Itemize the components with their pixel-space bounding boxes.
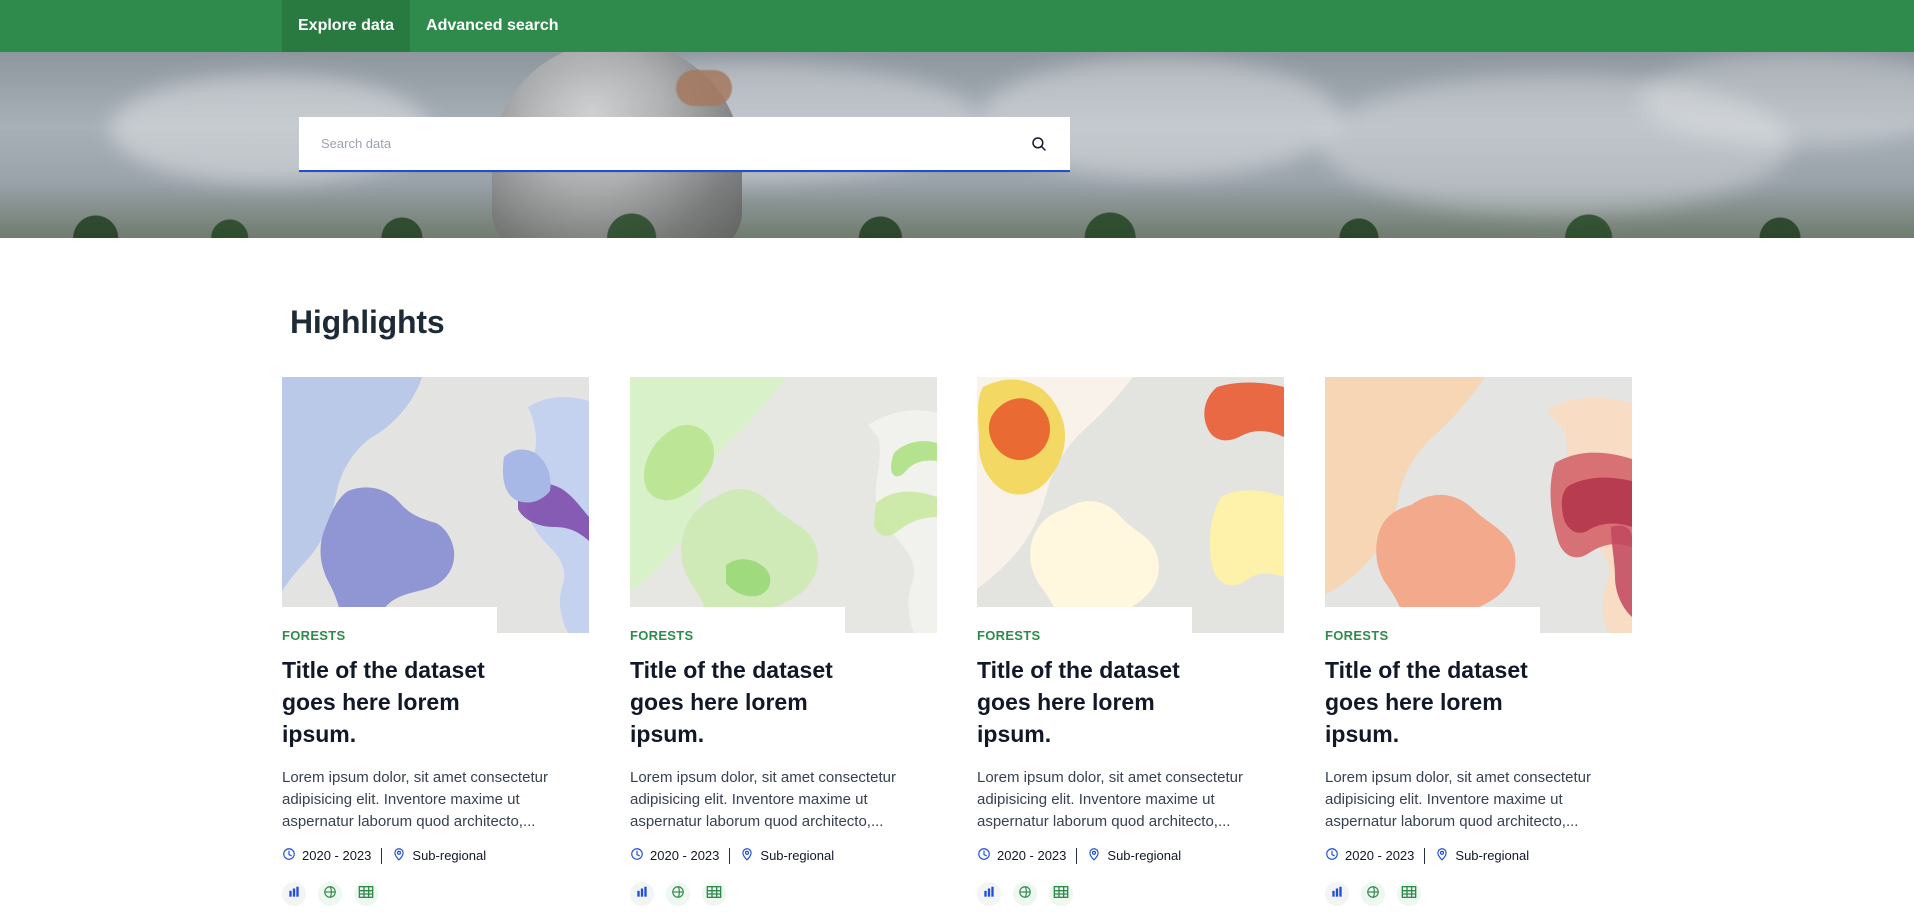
dataset-meta: 2020 - 2023 Sub-regional: [282, 847, 486, 864]
bar-chart-icon: [635, 885, 649, 904]
dataset-period: 2020 - 2023: [630, 847, 719, 864]
nav-item-label: Explore data: [298, 17, 395, 34]
dataset-title[interactable]: Title of the dataset goes here lorem ips…: [282, 654, 522, 750]
table-button[interactable]: [702, 882, 726, 906]
dataset-map: [1325, 377, 1632, 633]
dataset-meta: 2020 - 2023 Sub-regional: [977, 847, 1181, 864]
dataset-card[interactable]: FORESTS Title of the dataset goes here l…: [282, 377, 589, 912]
scope-text: Sub-regional: [1455, 848, 1530, 863]
hero-palms: [0, 183, 1914, 238]
table-icon: [1401, 885, 1417, 904]
scope-text: Sub-regional: [1107, 848, 1182, 863]
dataset-thumbnail: [977, 377, 1284, 633]
dataset-meta: 2020 - 2023 Sub-regional: [630, 847, 834, 864]
dataset-scope: Sub-regional: [1087, 847, 1181, 864]
dataset-actions: [977, 882, 1073, 906]
nav-item-explore-data[interactable]: Explore data: [282, 0, 411, 52]
nav-item-advanced-search[interactable]: Advanced search: [410, 0, 575, 52]
bar-chart-icon: [1330, 885, 1344, 904]
dataset-period: 2020 - 2023: [1325, 847, 1414, 864]
table-button[interactable]: [1049, 882, 1073, 906]
meta-separator: [1076, 847, 1078, 864]
map-button[interactable]: [318, 882, 342, 906]
dataset-scope: Sub-regional: [392, 847, 486, 864]
map-button[interactable]: [1013, 882, 1037, 906]
dataset-description: Lorem ipsum dolor, sit amet consectetur …: [282, 769, 548, 830]
meta-separator: [381, 847, 383, 864]
location-pin-icon: [1087, 847, 1101, 864]
scope-text: Sub-regional: [412, 848, 487, 863]
dataset-title[interactable]: Title of the dataset goes here lorem ips…: [1325, 654, 1565, 750]
clock-icon: [630, 847, 644, 864]
bar-chart-icon: [982, 885, 996, 904]
table-icon: [1053, 885, 1069, 904]
dataset-category: FORESTS: [282, 628, 346, 643]
dataset-title[interactable]: Title of the dataset goes here lorem ips…: [977, 654, 1217, 750]
top-navigation-bar: Explore data Advanced search: [0, 0, 1914, 52]
chart-button[interactable]: [977, 882, 1001, 906]
dataset-category: FORESTS: [630, 628, 694, 643]
period-text: 2020 - 2023: [650, 848, 720, 863]
bar-chart-icon: [287, 885, 301, 904]
scope-text: Sub-regional: [760, 848, 835, 863]
dataset-card[interactable]: FORESTS Title of the dataset goes here l…: [1325, 377, 1632, 912]
table-button[interactable]: [354, 882, 378, 906]
globe-icon: [1018, 885, 1032, 904]
clock-icon: [977, 847, 991, 864]
dataset-period: 2020 - 2023: [977, 847, 1066, 864]
meta-separator: [729, 847, 731, 864]
dataset-map: [630, 377, 937, 633]
dataset-actions: [282, 882, 378, 906]
globe-icon: [323, 885, 337, 904]
map-button[interactable]: [1361, 882, 1385, 906]
search-bar: [299, 117, 1070, 172]
dataset-thumbnail: [1325, 377, 1632, 633]
chart-button[interactable]: [1325, 882, 1349, 906]
period-text: 2020 - 2023: [997, 848, 1067, 863]
nav-item-label: Advanced search: [426, 17, 559, 34]
dataset-description: Lorem ipsum dolor, sit amet consectetur …: [630, 769, 896, 830]
dataset-scope: Sub-regional: [740, 847, 834, 864]
dataset-card[interactable]: FORESTS Title of the dataset goes here l…: [977, 377, 1284, 912]
globe-icon: [671, 885, 685, 904]
table-button[interactable]: [1397, 882, 1421, 906]
dataset-actions: [1325, 882, 1421, 906]
location-pin-icon: [1435, 847, 1449, 864]
table-icon: [706, 885, 722, 904]
dataset-thumbnail: [282, 377, 589, 633]
dataset-scope: Sub-regional: [1435, 847, 1529, 864]
table-icon: [358, 885, 374, 904]
dataset-actions: [630, 882, 726, 906]
chart-button[interactable]: [630, 882, 654, 906]
dataset-period: 2020 - 2023: [282, 847, 371, 864]
dataset-description: Lorem ipsum dolor, sit amet consectetur …: [977, 769, 1243, 830]
chart-button[interactable]: [282, 882, 306, 906]
clock-icon: [1325, 847, 1339, 864]
clock-icon: [282, 847, 296, 864]
highlights-cards: FORESTS Title of the dataset goes here l…: [282, 377, 1632, 912]
meta-separator: [1424, 847, 1426, 864]
dataset-map: [282, 377, 589, 633]
main-nav: Explore data Advanced search: [282, 0, 575, 52]
map-button[interactable]: [666, 882, 690, 906]
dataset-thumbnail: [630, 377, 937, 633]
dataset-description: Lorem ipsum dolor, sit amet consectetur …: [1325, 769, 1591, 830]
search-input[interactable]: [319, 135, 1026, 152]
dataset-map: [977, 377, 1284, 633]
dataset-meta: 2020 - 2023 Sub-regional: [1325, 847, 1529, 864]
search-icon[interactable]: [1025, 130, 1052, 158]
location-pin-icon: [392, 847, 406, 864]
highlights-title: Highlights: [290, 304, 445, 340]
period-text: 2020 - 2023: [1345, 848, 1415, 863]
globe-icon: [1366, 885, 1380, 904]
period-text: 2020 - 2023: [302, 848, 372, 863]
dataset-category: FORESTS: [977, 628, 1041, 643]
dataset-category: FORESTS: [1325, 628, 1389, 643]
location-pin-icon: [740, 847, 754, 864]
hero-hand: [676, 70, 732, 106]
dataset-title[interactable]: Title of the dataset goes here lorem ips…: [630, 654, 870, 750]
dataset-card[interactable]: FORESTS Title of the dataset goes here l…: [630, 377, 937, 912]
